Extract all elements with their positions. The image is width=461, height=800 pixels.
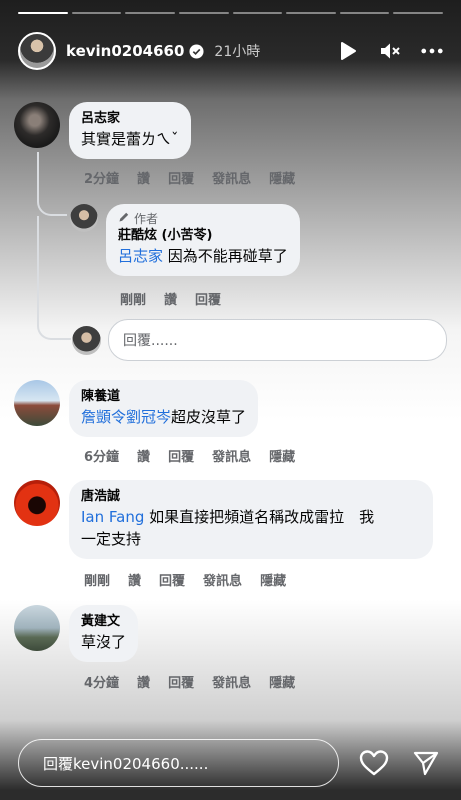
like-button[interactable]: 讚 xyxy=(137,672,150,691)
comment-actions: 2分鐘 讚 回覆 發訊息 隱藏 xyxy=(84,168,313,187)
message-input[interactable]: 回覆kevin0204660...... xyxy=(18,739,339,787)
mute-icon[interactable] xyxy=(379,40,401,62)
story-time: 21小時 xyxy=(214,44,261,60)
comment-bubble: 作者 莊酷炫 (小苦苓) 呂志家 因為不能再碰草了 xyxy=(106,204,300,276)
hide-button[interactable]: 隱藏 xyxy=(269,168,295,187)
message-button[interactable]: 發訊息 xyxy=(212,672,251,691)
hide-button[interactable]: 隱藏 xyxy=(269,446,295,465)
comment-actions: 剛剛 讚 回覆 發訊息 隱藏 xyxy=(84,570,304,589)
hide-button[interactable]: 隱藏 xyxy=(269,672,295,691)
reply-button[interactable]: 回覆 xyxy=(168,168,194,187)
comment-text-cont: 一定支持 xyxy=(81,530,142,548)
heart-icon[interactable] xyxy=(357,746,391,780)
mention-link[interactable]: Ian Fang xyxy=(81,508,144,526)
thread-connector xyxy=(37,190,67,216)
avatar[interactable] xyxy=(18,32,56,70)
reply-input[interactable]: 回覆...... xyxy=(108,319,447,361)
comment-bubble: 陳養道 詹顗令劉冠岑超皮沒草了 xyxy=(69,380,259,437)
comment-time: 剛剛 xyxy=(84,574,111,589)
hide-button[interactable]: 隱藏 xyxy=(260,570,286,589)
progress-segment xyxy=(339,12,390,14)
comment-bubble: 呂志家 其實是蕾ㄌㄟˇ xyxy=(69,102,191,159)
send-icon[interactable] xyxy=(409,746,443,780)
pencil-icon xyxy=(118,211,130,227)
avatar[interactable] xyxy=(14,605,60,651)
comment-time: 2分鐘 xyxy=(84,172,120,187)
like-button[interactable]: 讚 xyxy=(137,168,150,187)
comment-actions: 剛剛 讚 回覆 xyxy=(120,289,239,308)
comment-bubble: 黃建文 草沒了 xyxy=(69,605,139,662)
comment-item: 唐浩誠 Ian Fang 如果直接把頻道名稱改成雷拉 我 一定支持 xyxy=(14,480,433,559)
comment-author[interactable]: 唐浩誠 xyxy=(81,488,421,506)
like-button[interactable]: 讚 xyxy=(137,446,150,465)
comment-text: 其實是蕾ㄌㄟˇ xyxy=(81,130,179,148)
comment-time: 6分鐘 xyxy=(84,450,120,465)
progress-segment xyxy=(393,12,443,14)
comment-item: 黃建文 草沒了 xyxy=(14,605,139,662)
verified-badge-icon xyxy=(189,43,204,59)
author-tag: 作者 xyxy=(118,211,288,227)
comment-time: 剛剛 xyxy=(120,293,147,308)
mention-link[interactable]: 呂志家 xyxy=(118,247,163,265)
progress-segment xyxy=(125,12,175,14)
comment-text: Ian Fang 如果直接把頻道名稱改成雷拉 我 xyxy=(81,508,375,526)
comment-author[interactable]: 黃建文 xyxy=(81,613,126,631)
mention-link[interactable]: 詹顗令劉冠岑 xyxy=(81,408,171,426)
reply-button[interactable]: 回覆 xyxy=(168,446,194,465)
avatar[interactable] xyxy=(70,204,98,232)
reply-button[interactable]: 回覆 xyxy=(168,672,194,691)
story-reply-bar: 回覆kevin0204660...... xyxy=(18,738,443,788)
comment-item: 呂志家 其實是蕾ㄌㄟˇ xyxy=(14,102,191,159)
progress-segment xyxy=(178,12,229,14)
story-progress-bar xyxy=(18,12,443,14)
comment-actions: 6分鐘 讚 回覆 發訊息 隱藏 xyxy=(84,446,313,465)
message-button[interactable]: 發訊息 xyxy=(212,168,251,187)
comment-bubble: 唐浩誠 Ian Fang 如果直接把頻道名稱改成雷拉 我 一定支持 xyxy=(69,480,433,559)
play-icon[interactable] xyxy=(337,40,359,62)
comment-author[interactable]: 莊酷炫 (小苦苓) xyxy=(118,227,288,245)
message-button[interactable]: 發訊息 xyxy=(203,570,242,589)
comment-item: 陳養道 詹顗令劉冠岑超皮沒草了 xyxy=(14,380,259,437)
progress-segment xyxy=(71,12,122,14)
reply-button[interactable]: 回覆 xyxy=(159,570,185,589)
avatar xyxy=(72,326,101,355)
message-button[interactable]: 發訊息 xyxy=(212,446,251,465)
comment-time: 4分鐘 xyxy=(84,676,120,691)
message-placeholder: 回覆kevin0204660...... xyxy=(43,754,209,773)
comment-text: 詹顗令劉冠岑超皮沒草了 xyxy=(81,408,247,426)
reply-placeholder: 回覆...... xyxy=(123,333,178,349)
reply-item: 作者 莊酷炫 (小苦苓) 呂志家 因為不能再碰草了 xyxy=(70,204,300,276)
story-username[interactable]: kevin0204660 xyxy=(66,42,184,60)
comment-author[interactable]: 陳養道 xyxy=(81,388,246,406)
avatar[interactable] xyxy=(14,480,60,526)
avatar[interactable] xyxy=(14,380,60,426)
comment-author[interactable]: 呂志家 xyxy=(81,110,179,128)
comment-actions: 4分鐘 讚 回覆 發訊息 隱藏 xyxy=(84,672,313,691)
thread-connector xyxy=(37,216,71,340)
story-header: kevin0204660 21小時 xyxy=(18,30,443,72)
progress-segment xyxy=(232,12,283,14)
like-button[interactable]: 讚 xyxy=(164,289,177,308)
comment-text: 呂志家 因為不能再碰草了 xyxy=(118,247,288,265)
progress-segment xyxy=(286,12,336,14)
comment-text: 草沒了 xyxy=(81,633,127,651)
avatar[interactable] xyxy=(14,102,60,148)
more-options-icon[interactable] xyxy=(421,40,443,62)
like-button[interactable]: 讚 xyxy=(128,570,141,589)
reply-button[interactable]: 回覆 xyxy=(195,289,221,308)
progress-segment xyxy=(18,12,68,14)
